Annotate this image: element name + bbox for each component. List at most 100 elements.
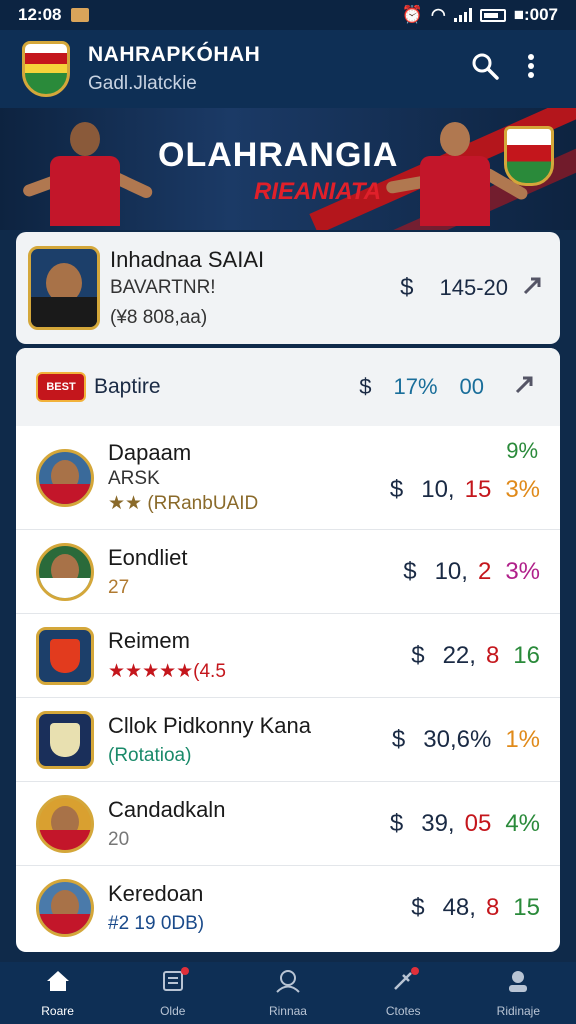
dollar-sign: $ <box>411 894 425 921</box>
section-price-a: 17% <box>393 374 438 399</box>
price-main: 10, <box>434 557 468 585</box>
dollar-sign: $ <box>359 374 372 399</box>
dollar-sign: $ <box>389 809 404 837</box>
profile-icon <box>506 969 530 1000</box>
battery-text: ■:007 <box>513 5 558 24</box>
person-outline-icon <box>275 969 301 1000</box>
player-list-panel: BEST Baptire $ 17% 00 Dapaam ARSK ★★ (RR… <box>16 348 560 952</box>
tool-icon <box>391 966 420 1000</box>
player-sub: (Rotatioa) <box>108 744 192 766</box>
app-subtitle: Gadl.Jlatckie <box>88 73 197 94</box>
price-main: 39, <box>421 809 455 837</box>
section-badge: BEST <box>36 372 86 402</box>
hero-banner[interactable]: OLAHRANGIA RIEANIATA <box>0 108 576 230</box>
player-name: Reimem <box>108 628 190 653</box>
nav-ridinaje[interactable]: Ridinaje <box>468 969 568 1018</box>
featured-price: 145-20 <box>439 275 508 300</box>
featured-player-name: Inhadnaa SAIAI <box>110 247 265 272</box>
price-change: 8 <box>485 894 500 921</box>
player-rating: ★★★★★(4.5 <box>108 661 226 682</box>
dollar-sign: $ <box>400 274 414 301</box>
list-item[interactable]: Candadkaln 20 $ 39, 05 4% <box>16 782 560 866</box>
club-logo[interactable] <box>22 41 70 97</box>
price-pct: 4% <box>505 809 540 837</box>
section-header[interactable]: BEST Baptire $ 17% 00 <box>16 348 560 426</box>
price-main: 48, <box>442 894 476 921</box>
wifi-icon: ◠ <box>430 5 446 24</box>
list-item[interactable]: Cllok Pidkonny Kana (Rotatioa) $ 30,6% 1… <box>16 698 560 782</box>
player-name: Cllok Pidkonny Kana <box>108 712 312 738</box>
price-main: 22, <box>442 641 476 669</box>
player-sub: 27 <box>108 576 130 598</box>
price-main: 30,6% <box>423 725 492 753</box>
nav-label: Roare <box>41 1003 74 1018</box>
price-change: 2 <box>477 557 492 585</box>
dollar-sign: $ <box>411 641 425 669</box>
nav-label: Ctotes <box>385 1003 421 1018</box>
price-pct: 16 <box>513 641 540 669</box>
price-pct: 3% <box>505 557 540 585</box>
banner-title: OLAHRANGIA <box>158 136 399 174</box>
player-avatar <box>36 448 94 507</box>
player-name: Eondliet <box>108 544 188 570</box>
section-price-b: 00 <box>459 374 484 399</box>
player-avatar <box>36 542 94 601</box>
price-change: 15 <box>464 475 492 503</box>
player-name: Keredoan <box>108 881 204 906</box>
nav-label: Olde <box>160 1003 186 1018</box>
dollar-sign: $ <box>389 475 404 503</box>
search-icon[interactable] <box>462 51 508 88</box>
list-item[interactable]: Eondliet 27 $ 10, 2 3% <box>16 530 560 614</box>
price-pct: 3% <box>505 475 540 503</box>
featured-player-sub: BAVARTNR! <box>110 277 216 298</box>
club-crest-icon <box>36 626 94 685</box>
nav-ctotes[interactable]: Ctotes <box>353 966 453 1018</box>
nav-olde[interactable]: Olde <box>123 966 223 1018</box>
club-crest-icon <box>36 710 94 769</box>
home-icon <box>45 969 71 1000</box>
dollar-sign: $ <box>391 725 406 753</box>
app-header: NAHRAPKÓHAH Gadl.Jlatckie <box>0 30 576 108</box>
nav-label: Ridinaje <box>496 1003 541 1018</box>
player-avatar <box>28 246 100 330</box>
player-name: Candadkaln <box>108 796 226 822</box>
trend-arrow-icon[interactable] <box>510 372 540 402</box>
nav-rinnaa[interactable]: Rinnaa <box>238 969 338 1018</box>
image-notification-icon <box>71 8 90 22</box>
featured-player-detail: (¥8 808,aa) <box>110 307 208 328</box>
battery-icon <box>479 8 506 22</box>
list-item[interactable]: Keredoan #2 19 0DB) $ 48, 8 15 <box>16 866 560 950</box>
dollar-sign: $ <box>403 557 417 585</box>
price-change: 05 <box>464 809 492 837</box>
section-label: Baptire <box>94 375 161 398</box>
trend-arrow-icon[interactable] <box>518 273 548 303</box>
alarm-icon: ⏰ <box>401 5 423 24</box>
nav-home[interactable]: Roare <box>8 969 108 1018</box>
top-percent: 9% <box>506 438 538 463</box>
player-rating: ★★ (RRanbUAID <box>108 493 259 514</box>
price-change: 8 <box>485 641 500 669</box>
player-avatar <box>36 794 94 853</box>
player-image-right <box>385 112 530 230</box>
signal-icon <box>453 8 472 22</box>
more-options-icon[interactable] <box>508 52 554 87</box>
banner-subtitle: RIEANIATA <box>254 178 382 205</box>
player-sub: #2 19 0DB) <box>108 913 205 934</box>
price-main: 10, <box>421 475 455 503</box>
bottom-navigation: Roare Olde Rinnaa Ctotes Ridinaje <box>0 962 576 1024</box>
price-pct: 15 <box>513 894 540 921</box>
player-avatar <box>36 879 94 937</box>
price-pct: 1% <box>505 725 540 753</box>
player-sub: 20 <box>108 828 130 850</box>
note-icon <box>161 966 189 1000</box>
player-position: ARSK <box>108 468 160 489</box>
club-crest-icon <box>504 126 554 186</box>
list-item[interactable]: Reimem ★★★★★(4.5 $ 22, 8 16 <box>16 614 560 698</box>
featured-player-card[interactable]: Inhadnaa SAIAI BAVARTNR! (¥8 808,aa) $ 1… <box>16 232 560 344</box>
status-bar: 12:08 ⏰ ◠ ■:007 <box>0 0 576 30</box>
player-name: Dapaam <box>108 440 192 465</box>
status-time: 12:08 <box>18 5 62 24</box>
list-item[interactable]: Dapaam ARSK ★★ (RRanbUAID $ 10, 15 3% 9% <box>16 426 560 530</box>
player-image-left <box>21 112 155 230</box>
nav-label: Rinnaa <box>268 1003 307 1018</box>
